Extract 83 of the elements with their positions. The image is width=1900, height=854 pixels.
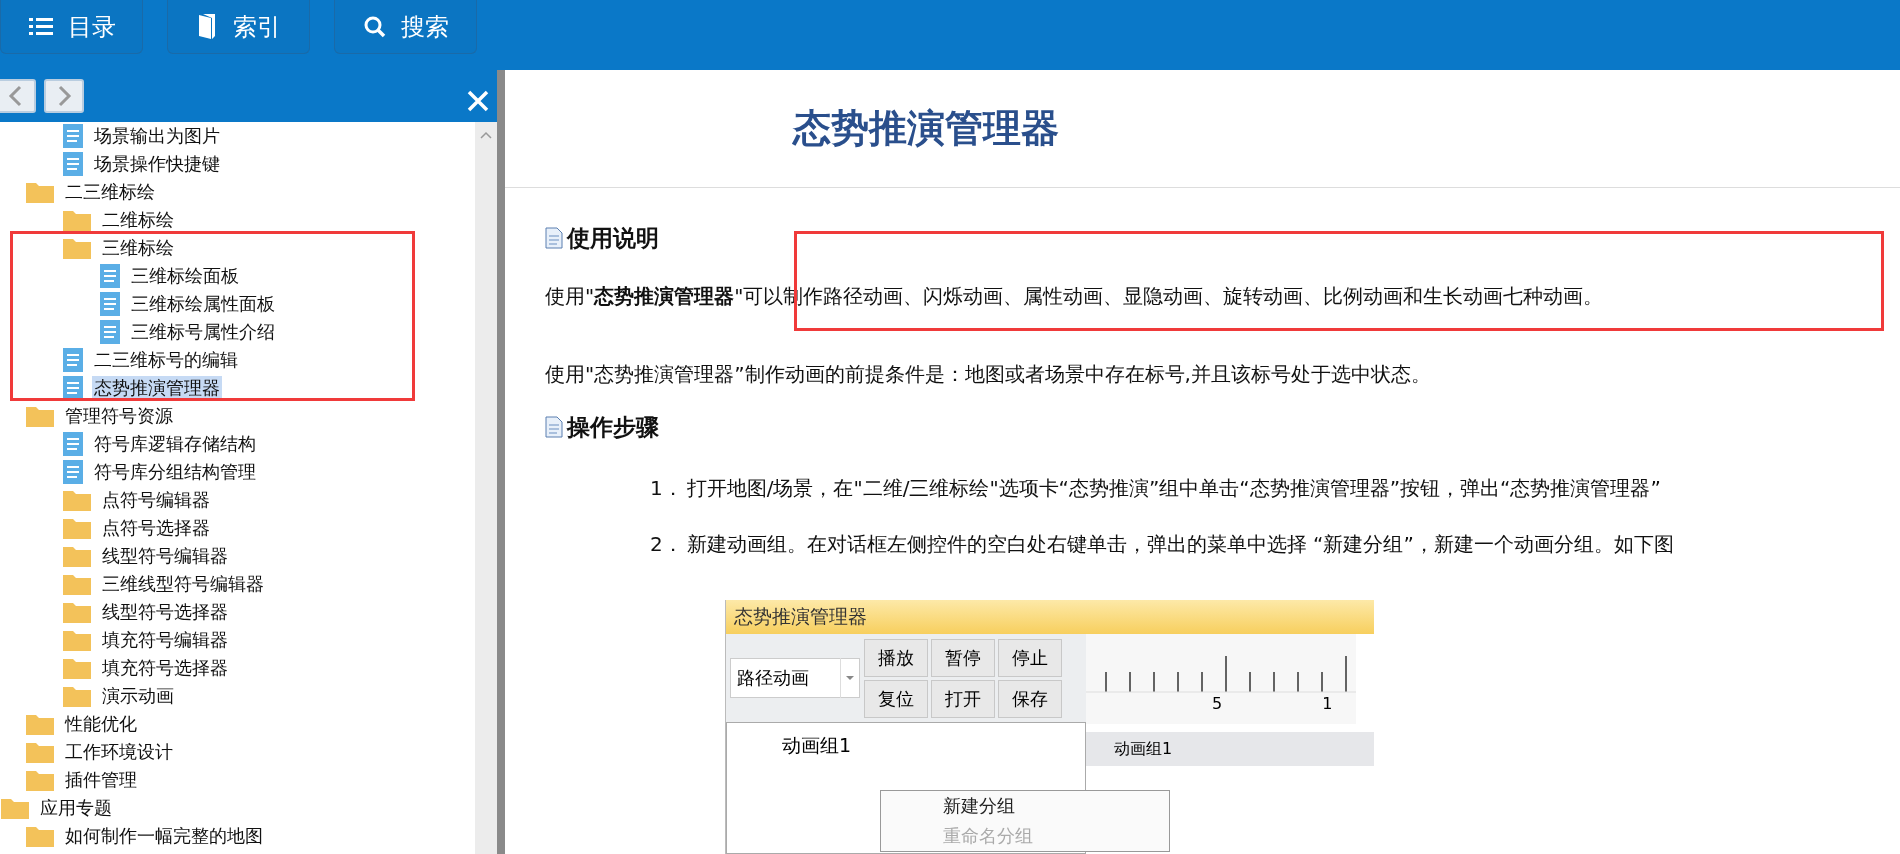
tree-item[interactable]: 性能优化 <box>63 712 139 736</box>
folder-icon <box>62 656 92 680</box>
tree-item[interactable]: 符号库分组结构管理 <box>92 460 258 484</box>
dialog-button[interactable]: 复位 <box>864 679 928 718</box>
dialog-button[interactable]: 打开 <box>931 679 995 718</box>
caret-up-icon[interactable] <box>479 130 493 140</box>
tree-item[interactable]: 如何制作一幅完整的地图 <box>63 824 265 848</box>
menu-item[interactable]: 新建分组 <box>943 791 1169 821</box>
tree-item[interactable]: 三维标号属性介绍 <box>129 320 277 344</box>
close-icon[interactable] <box>467 90 489 112</box>
dialog-button[interactable]: 停止 <box>998 638 1062 677</box>
scrollbar[interactable] <box>475 122 497 854</box>
folder-icon <box>62 544 92 568</box>
document-icon <box>545 416 563 438</box>
toolbar-button[interactable]: 搜索 <box>334 0 477 54</box>
track-label: 动画组1 <box>1114 738 1173 760</box>
forward-button[interactable] <box>44 79 84 113</box>
folder-icon <box>62 208 92 232</box>
tree-item[interactable]: 三维标绘面板 <box>129 264 241 288</box>
tree-item[interactable]: 应用专题 <box>38 796 114 820</box>
step-number: 2． <box>650 531 683 558</box>
tree-item[interactable]: 线型符号选择器 <box>100 600 230 624</box>
step-text: 打开地图/场景，在"二维/三维标绘"选项卡“态势推演”组中单击“态势推演管理器”按钮，弹出“态势推演管理器” <box>686 475 1661 502</box>
folder-icon <box>25 180 55 204</box>
dialog-button[interactable]: 播放 <box>864 638 928 677</box>
tree-item[interactable]: 管理符号资源 <box>63 404 175 428</box>
ruler-label: 1 <box>1322 694 1333 715</box>
tree-item[interactable]: 填充符号选择器 <box>100 656 230 680</box>
document-icon <box>62 151 84 177</box>
paragraph: 使用"态势推演管理器”制作动画的前提条件是：地图或者场景中存在标号,并且该标号处于选中状态。 <box>545 361 1432 388</box>
step-number: 1． <box>650 475 683 502</box>
folder-icon <box>62 516 92 540</box>
folder-icon <box>62 684 92 708</box>
tree-item[interactable]: 三维线型符号编辑器 <box>100 572 266 596</box>
tree-item[interactable]: 三维标绘 <box>100 236 176 260</box>
step-text: 新建动画组。在对话框左侧控件的空白处右键单击，弹出的菜单中选择 “新建分组”，新建一个动画分组。如下图 <box>686 531 1674 558</box>
folder-icon <box>62 572 92 596</box>
tree-item[interactable]: 填充符号编辑器 <box>100 628 230 652</box>
tree-item[interactable]: 动画组1 <box>782 734 852 756</box>
section-heading: 操作步骤 <box>567 412 659 442</box>
toolbar-button[interactable]: 索引 <box>167 0 310 54</box>
document-icon <box>62 375 84 401</box>
document-icon <box>99 263 121 289</box>
document-icon <box>62 431 84 457</box>
tree-item[interactable]: 二三维标绘 <box>63 180 157 204</box>
document-icon <box>99 319 121 345</box>
ruler-label: 5 <box>1212 694 1223 715</box>
back-button[interactable] <box>0 79 36 113</box>
folder-icon <box>62 600 92 624</box>
section-heading: 使用说明 <box>567 223 659 253</box>
folder-icon <box>25 404 55 428</box>
document-icon <box>545 227 563 249</box>
tree-item[interactable]: 态势推演管理器 <box>92 376 222 400</box>
folder-icon <box>62 488 92 512</box>
document-icon <box>62 459 84 485</box>
animation-type-dropdown[interactable]: 路径动画 <box>730 658 860 698</box>
folder-icon <box>0 796 30 820</box>
dialog-button[interactable]: 暂停 <box>931 638 995 677</box>
folder-icon <box>62 628 92 652</box>
tree-item[interactable]: 插件管理 <box>63 768 139 792</box>
folder-icon <box>62 236 92 260</box>
tree-item[interactable]: 场景输出为图片 <box>92 124 222 148</box>
dialog-button[interactable]: 保存 <box>998 679 1062 718</box>
folder-icon <box>25 768 55 792</box>
document-icon <box>62 347 84 373</box>
tree-item[interactable]: 点符号选择器 <box>100 516 212 540</box>
dialog-title: 态势推演管理器 <box>726 600 1374 634</box>
tree-item[interactable]: 工作环境设计 <box>63 740 175 764</box>
folder-icon <box>25 740 55 764</box>
search-icon <box>362 14 387 39</box>
document-icon <box>99 291 121 317</box>
tree-item[interactable]: 二三维标号的编辑 <box>92 348 240 372</box>
tree-item[interactable]: 三维标绘属性面板 <box>129 292 277 316</box>
tree-item[interactable]: 演示动画 <box>100 684 176 708</box>
tree-item[interactable]: 符号库逻辑存储结构 <box>92 432 258 456</box>
page-title: 态势推演管理器 <box>793 105 1059 152</box>
folder-icon <box>25 712 55 736</box>
tree-item[interactable]: 场景操作快捷键 <box>92 152 222 176</box>
tree-item[interactable]: 线型符号编辑器 <box>100 544 230 568</box>
toolbar-button[interactable]: 目录 <box>0 0 143 54</box>
folder-icon <box>25 824 55 848</box>
tree-item[interactable]: 二维标绘 <box>100 208 176 232</box>
tree-item[interactable]: 点符号编辑器 <box>100 488 212 512</box>
